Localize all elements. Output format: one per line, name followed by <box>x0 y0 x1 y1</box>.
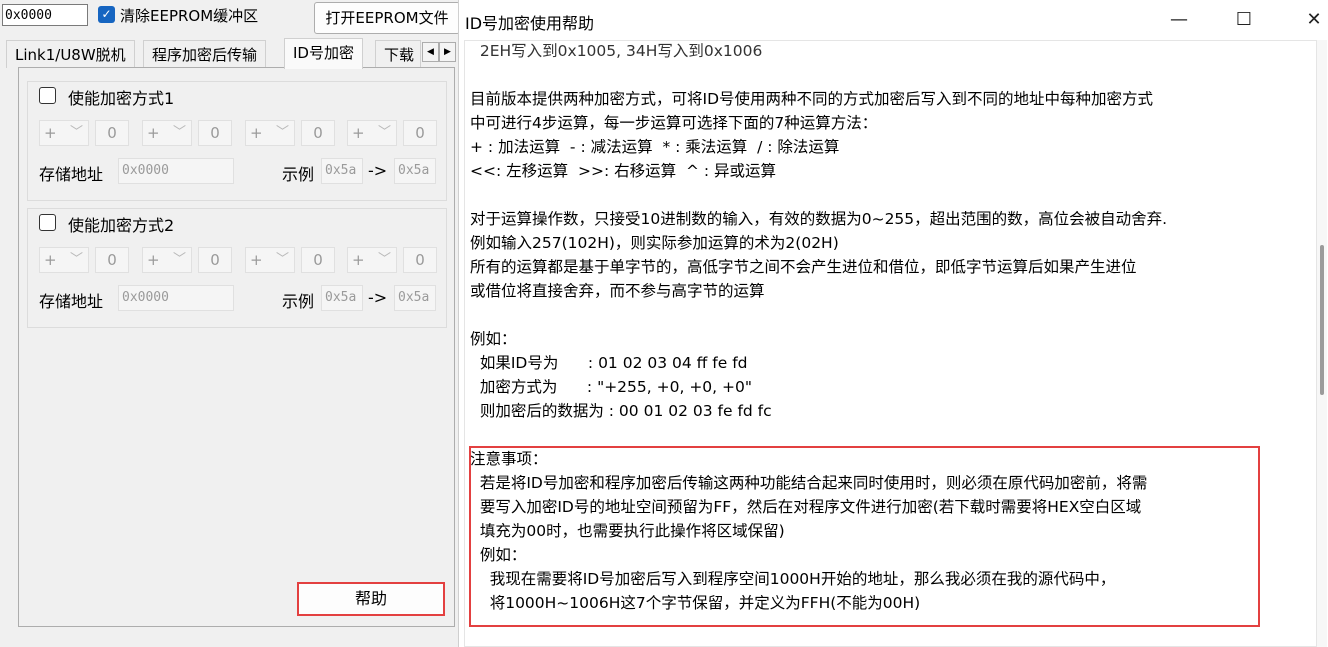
help-line: 2EH写入到0x1005, 34H写入到0x1006 <box>470 42 763 60</box>
chevron-down-icon: ﹀ <box>275 125 289 140</box>
clear-eeprom-label: 清除EEPROM缓冲区 <box>120 7 259 25</box>
chevron-down-icon: ﹀ <box>69 125 83 140</box>
example-input-value: 0x5a <box>321 158 363 184</box>
op-select-1[interactable]: + ﹀ <box>39 247 89 273</box>
op-symbol: + <box>352 251 365 269</box>
encrypt-method-1-group: 使能加密方式1 + ﹀ 0 + ﹀ 0 + ﹀ 0 + ﹀ 0 存储地址 0x0000 … <box>27 81 447 201</box>
chevron-down-icon: ﹀ <box>69 252 83 267</box>
example-input-value: 0x5a <box>321 285 363 311</box>
help-line: 则加密后的数据为 : 00 01 02 03 fe fd fc <box>470 402 772 420</box>
tab-scroll-left-icon[interactable]: ◀ <box>422 42 439 62</box>
encrypt-method-2-group: 使能加密方式2 + ﹀ 0 + ﹀ 0 + ﹀ 0 + ﹀ 0 存储地址 0x0000 … <box>27 208 447 328</box>
tab-bar: Link1/U8W脱机 程序加密后传输 ID号加密 下载 ◀ ▶ <box>6 38 460 69</box>
enable-method-1-label: 使能加密方式1 <box>68 89 175 108</box>
help-line: 所有的运算都是基于单字节的，高低字节之间不会产生进位和借位，即低字节运算后如果产… <box>470 258 1137 276</box>
help-line: 如果ID号为 : 01 02 03 04 ff fe fd <box>470 354 748 372</box>
address-input[interactable]: 0x0000 <box>2 4 88 26</box>
op-select-3[interactable]: + ﹀ <box>245 247 295 273</box>
close-icon[interactable]: ✕ <box>1284 0 1328 40</box>
example-arrow: -> <box>368 161 388 180</box>
chevron-down-icon: ﹀ <box>377 252 391 267</box>
chevron-down-icon: ﹀ <box>275 252 289 267</box>
op-symbol: + <box>352 124 365 142</box>
tab-program-encrypt[interactable]: 程序加密后传输 <box>143 40 267 68</box>
tab-link1-u8w[interactable]: Link1/U8W脱机 <box>6 40 135 68</box>
op-symbol: + <box>147 124 160 142</box>
help-line: 或借位将直接舍弃，而不参与高字节的运算 <box>470 282 765 300</box>
help-line: 对于运算操作数，只接受10进制数的输入，有效的数据为0~255，超出范围的数，高… <box>470 210 1168 228</box>
op-select-2[interactable]: + ﹀ <box>142 247 192 273</box>
op-select-2[interactable]: + ﹀ <box>142 120 192 146</box>
tab-scroll-right-icon[interactable]: ▶ <box>439 42 456 62</box>
help-line: 目前版本提供两种加密方式，可将ID号使用两种不同的方式加密后写入到不同的地址中每… <box>470 90 1154 108</box>
minimize-icon[interactable]: — <box>1149 0 1209 40</box>
chevron-down-icon: ﹀ <box>172 252 186 267</box>
storage-address-input[interactable]: 0x0000 <box>118 158 234 184</box>
help-text-area[interactable]: 2EH写入到0x1005, 34H写入到0x1006 目前版本提供两种加密方式，… <box>464 40 1317 647</box>
notice-highlight-box <box>469 446 1260 627</box>
dialog-title: ID号加密使用帮助 <box>465 14 595 33</box>
maximize-icon[interactable]: ☐ <box>1214 0 1274 40</box>
tab-id-encrypt[interactable]: ID号加密 <box>284 38 363 69</box>
op-select-1[interactable]: + ﹀ <box>39 120 89 146</box>
open-eeprom-button[interactable]: 打开EEPROM文件 <box>314 2 460 34</box>
help-line: 例如： <box>470 330 517 348</box>
op-select-4[interactable]: + ﹀ <box>347 247 397 273</box>
op-value-3[interactable]: 0 <box>301 247 335 273</box>
chevron-down-icon: ﹀ <box>172 125 186 140</box>
op-symbol: + <box>147 251 160 269</box>
op-value-1[interactable]: 0 <box>95 120 129 146</box>
op-value-2[interactable]: 0 <box>198 120 232 146</box>
enable-method-1-checkbox[interactable] <box>39 87 56 104</box>
example-label: 示例 <box>282 165 315 184</box>
toolbar: 0x0000 ✓ 清除EEPROM缓冲区 打开EEPROM文件 <box>0 0 460 38</box>
op-select-3[interactable]: + ﹀ <box>245 120 295 146</box>
id-encrypt-panel: 使能加密方式1 + ﹀ 0 + ﹀ 0 + ﹀ 0 + ﹀ 0 存储地址 0x0000 … <box>18 67 455 627</box>
op-value-1[interactable]: 0 <box>95 247 129 273</box>
example-label: 示例 <box>282 292 315 311</box>
storage-address-label: 存储地址 <box>39 165 104 184</box>
vertical-scrollbar[interactable] <box>1317 40 1327 647</box>
help-line: 加密方式为 : "+255, +0, +0, +0" <box>470 378 753 396</box>
help-line: 中可进行4步运算，每一步运算可选择下面的7种运算方法： <box>470 114 878 132</box>
op-value-4[interactable]: 0 <box>403 247 437 273</box>
help-button[interactable]: 帮助 <box>297 582 445 616</box>
help-line: + : 加法运算 - : 减法运算 * : 乘法运算 / : 除法运算 <box>470 138 840 156</box>
op-select-4[interactable]: + ﹀ <box>347 120 397 146</box>
chevron-down-icon: ﹀ <box>377 125 391 140</box>
op-value-3[interactable]: 0 <box>301 120 335 146</box>
op-value-2[interactable]: 0 <box>198 247 232 273</box>
storage-address-label: 存储地址 <box>39 292 104 311</box>
op-symbol: + <box>250 251 263 269</box>
op-symbol: + <box>44 124 57 142</box>
tab-download[interactable]: 下载 <box>375 40 421 68</box>
enable-method-2-checkbox[interactable] <box>39 214 56 231</box>
example-output-value: 0x5a <box>394 285 436 311</box>
help-line: 例如输入257(102H)，则实际参加运算的术为2(02H) <box>470 234 839 252</box>
op-value-4[interactable]: 0 <box>403 120 437 146</box>
example-output-value: 0x5a <box>394 158 436 184</box>
enable-method-2-label: 使能加密方式2 <box>68 216 175 235</box>
scrollbar-thumb[interactable] <box>1320 245 1324 395</box>
op-symbol: + <box>250 124 263 142</box>
op-symbol: + <box>44 251 57 269</box>
clear-eeprom-checkbox[interactable]: ✓ <box>98 6 115 23</box>
example-arrow: -> <box>368 288 388 307</box>
help-line: <<: 左移运算 >>: 右移运算 ^ : 异或运算 <box>470 162 777 180</box>
storage-address-input[interactable]: 0x0000 <box>118 285 234 311</box>
tab-scroll-arrows: ◀ ▶ <box>422 42 458 62</box>
help-dialog: ID号加密使用帮助 — ☐ ✕ 2EH写入到0x1005, 34H写入到0x10… <box>458 0 1328 647</box>
